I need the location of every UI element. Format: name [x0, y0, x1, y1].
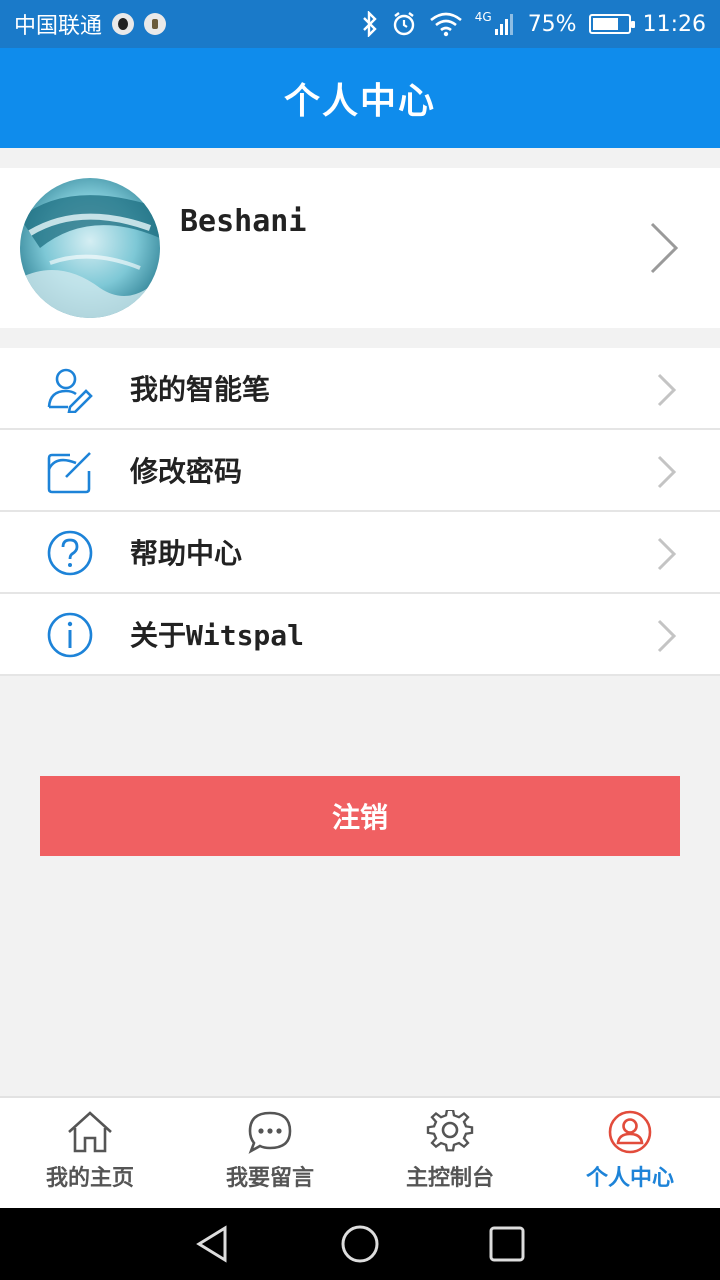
back-icon[interactable]: [193, 1224, 233, 1264]
notification-icon: [144, 13, 167, 35]
page-title: 个人中心: [283, 81, 436, 122]
settings-menu: 我的智能笔 修改密码 帮助中心 关于Witspal: [0, 348, 720, 676]
profile-name: Beshani: [180, 204, 307, 239]
nav-item-console[interactable]: 主控制台: [360, 1098, 540, 1208]
info-circle-icon: [47, 612, 93, 658]
avatar[interactable]: [20, 178, 160, 318]
status-left: 中国联通: [14, 8, 167, 40]
signal-icon: [494, 14, 513, 35]
profile-card[interactable]: Beshani: [0, 168, 720, 328]
chevron-right-icon: [657, 455, 677, 489]
signal-indicator: 4G: [475, 11, 516, 37]
qq-notification-icon: [112, 13, 135, 35]
user-pen-icon: [47, 368, 93, 413]
gear-icon: [426, 1110, 474, 1152]
carrier-label: 中国联通: [14, 14, 103, 39]
alarm-icon: [393, 12, 414, 36]
menu-item-label: 修改密码: [130, 455, 243, 488]
battery-percent: 75%: [527, 11, 577, 37]
menu-item-label: 关于Witspal: [130, 619, 305, 652]
home-icon: [68, 1111, 112, 1153]
network-type-label: 4G: [474, 10, 492, 24]
menu-item-about[interactable]: 关于Witspal: [0, 594, 720, 676]
battery-icon: [588, 14, 635, 34]
bottom-nav: 我的主页 我要留言 主控制台 个人中心: [0, 1096, 720, 1208]
status-right: 4G 75% 11:26: [361, 11, 706, 37]
clock: 11:26: [642, 11, 706, 37]
recents-icon[interactable]: [487, 1224, 527, 1264]
status-bar: 中国联通 4G 75% 11:26: [0, 0, 720, 48]
menu-item-label: 帮助中心: [130, 537, 243, 570]
chat-bubble-icon: [248, 1111, 292, 1154]
nav-label: 我的主页: [45, 1166, 134, 1191]
nav-label: 主控制台: [405, 1166, 494, 1191]
menu-item-help-center[interactable]: 帮助中心: [0, 512, 720, 594]
nav-label: 个人中心: [585, 1166, 674, 1191]
chevron-right-icon[interactable]: [648, 220, 680, 276]
app-header: 个人中心: [0, 48, 720, 148]
nav-item-messages[interactable]: 我要留言: [180, 1098, 360, 1208]
wifi-icon: [429, 12, 462, 37]
edit-box-icon: [47, 452, 91, 494]
user-circle-icon: [608, 1110, 652, 1154]
logout-button[interactable]: 注销: [40, 776, 680, 856]
chevron-right-icon: [657, 373, 677, 407]
question-circle-icon: [47, 530, 93, 576]
menu-item-label: 我的智能笔: [130, 373, 271, 406]
nav-item-profile[interactable]: 个人中心: [540, 1098, 720, 1208]
nav-label: 我要留言: [225, 1166, 314, 1191]
chevron-right-icon: [657, 537, 677, 571]
nav-item-home[interactable]: 我的主页: [0, 1098, 180, 1208]
system-nav-bar: [0, 1208, 720, 1280]
avatar-image: [20, 178, 160, 318]
home-circle-icon[interactable]: [340, 1224, 380, 1264]
menu-item-change-password[interactable]: 修改密码: [0, 430, 720, 512]
bluetooth-icon: [362, 11, 377, 37]
chevron-right-icon: [657, 619, 677, 653]
menu-item-my-pen[interactable]: 我的智能笔: [0, 348, 720, 430]
